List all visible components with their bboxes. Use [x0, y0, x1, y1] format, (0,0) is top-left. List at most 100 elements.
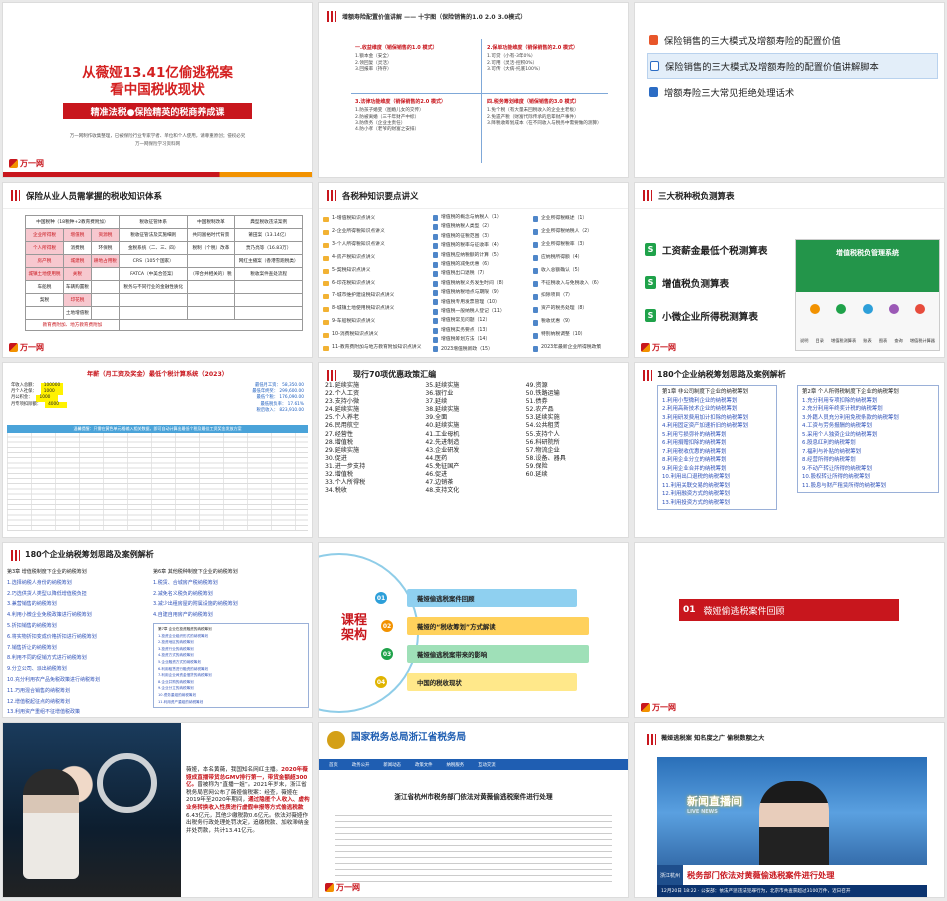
- case-link[interactable]: 7.福利与补贴的纳税筹划: [802, 448, 934, 457]
- slide-tax-bureau-site[interactable]: 国家税务总局浙江省税务局 首页 政务公开 新闻动态 政策文件 纳税服务 互动交流…: [318, 722, 629, 898]
- case-link[interactable]: 3.利用研发费用加计扣除的纳税筹划: [662, 414, 772, 423]
- case-link[interactable]: 4.工资与劳务报酬的纳税筹划: [802, 422, 934, 431]
- slide-cctv-news[interactable]: 薇娅逃税案 知名度之广 偷税数额之大 新闻直播间 LIVE NEWS 浙江杭州 …: [634, 722, 945, 898]
- slide-180-cases-2[interactable]: 180个企业纳税筹划思路及案例解析 第3章 增值税制度下企业的纳税筹划 1.选择…: [2, 542, 313, 718]
- case-link[interactable]: 12.利用融资方式的纳税筹划: [662, 490, 772, 499]
- slide-tax-knowledge-table[interactable]: 保险从业人员需掌握的税收知识体系 中国税种（18税种+2教育费附加） 税收征管体…: [2, 182, 313, 358]
- folder-item[interactable]: 7-城市维护建设税知识点讲义: [323, 290, 431, 303]
- sheet-tab[interactable]: 账表: [863, 338, 871, 344]
- case-link[interactable]: 10.充分利用农产品免税政策进行纳税筹划: [7, 675, 149, 686]
- doc-item[interactable]: 增值税的征税范围（3）: [433, 232, 531, 241]
- nav-item[interactable]: 新闻动态: [383, 762, 401, 768]
- slide-course-structure[interactable]: 课程架构 01 薇娅偷逃税案件回顾 02 薇娅的“税收筹划”方式解读 03 薇娅…: [318, 542, 629, 718]
- case-link[interactable]: 4.利用固定资产加速折旧的纳税筹划: [662, 422, 772, 431]
- case-link[interactable]: 12.增值税起征点的纳税筹划: [7, 697, 149, 708]
- slide-tax-spreadsheet[interactable]: 年薪（月工资及奖金）最低个税计算系统（2023） 年收入总额： 100000 月个…: [2, 362, 313, 538]
- case-link[interactable]: 4.投资方式的纳税筹划: [158, 652, 304, 659]
- case-link[interactable]: 7.销售折让的纳税筹划: [7, 643, 149, 654]
- doc-item[interactable]: 资产的税务处理（8）: [533, 303, 627, 316]
- doc-item[interactable]: 增值税实务要点（13）: [433, 326, 531, 335]
- doc-item[interactable]: 增值税筹划方法（14）: [433, 335, 531, 344]
- nav-item[interactable]: 政务公开: [352, 762, 370, 768]
- case-link[interactable]: 1.充分利用专项扣除的纳税筹划: [802, 397, 934, 406]
- input-cell[interactable]: 4000: [45, 401, 68, 408]
- slide-tax-calculators[interactable]: 三大税种税负测算表 S 工资薪金最低个税测算表 S 增值税负测算表 S 小微企业所得税…: [634, 182, 945, 358]
- shortcut-icon[interactable]: [915, 304, 925, 314]
- slide-case-photo[interactable]: 薇娅，本名黄薇，我国知名网红主播。2020年薇娅成直播带货总GMV排行第一，带货…: [2, 722, 313, 898]
- doc-item[interactable]: 增值税的概念与纳税人（1）: [433, 213, 531, 222]
- doc-item[interactable]: 增值税出口退税（7）: [433, 269, 531, 278]
- case-link[interactable]: 8.企业并购的纳税筹划: [158, 679, 304, 686]
- doc-item[interactable]: 增值税专用发票管理（10）: [433, 298, 531, 307]
- course-step[interactable]: 薇娅偷逃税案件回顾: [407, 589, 577, 607]
- case-link[interactable]: 1.投资企业组织形式的纳税筹划: [158, 633, 304, 640]
- doc-item[interactable]: 税收优惠（9）: [533, 316, 627, 329]
- shortcut-icon[interactable]: [862, 304, 873, 314]
- slide-cover[interactable]: 从薇娅13.41亿偷逃税案 看中国税收现状 精准法税●保险精英的税商养成课 万一…: [2, 2, 313, 178]
- sheet-tab[interactable]: 说明: [800, 338, 808, 344]
- sheet-tab[interactable]: 增值税测算表: [831, 338, 856, 344]
- folder-item[interactable]: 11-教育费附加与地方教育附加知识点讲义: [323, 342, 431, 355]
- slide-preferential-policies[interactable]: 现行70项优惠政策汇编 21.延续实施 22.个人工资 23.支持小微 24.延…: [318, 362, 629, 538]
- doc-item[interactable]: 收入总额确认（5）: [533, 265, 627, 278]
- sheet-tab[interactable]: 增值税计算器: [910, 338, 935, 344]
- doc-item[interactable]: 增值税应纳税额的计算（5）: [433, 251, 531, 260]
- doc-item[interactable]: 增值税纳税地点与期限（9）: [433, 288, 531, 297]
- doc-item[interactable]: 增值税的减免优惠（6）: [433, 260, 531, 269]
- case-link[interactable]: 4.自建自用房产的纳税筹划: [153, 610, 309, 621]
- case-link[interactable]: 11.利用关联交易的纳税筹划: [662, 482, 772, 491]
- folder-item[interactable]: 4-房产税知识点讲义: [323, 252, 431, 265]
- folder-item[interactable]: 3-个人所得税知识点讲义: [323, 239, 431, 252]
- doc-item[interactable]: 增值税常见问题（12）: [433, 316, 531, 325]
- folder-item[interactable]: 8-城镇土地使用税知识点讲义: [323, 303, 431, 316]
- spreadsheet-grid[interactable]: [7, 433, 308, 531]
- slide-tax-handouts[interactable]: 各税种知识要点讲义 1-增值税知识点讲义 2-企业所得税知识点讲义 3-个人所得…: [318, 182, 629, 358]
- case-link[interactable]: 2.减免名义税负的纳税筹划: [153, 589, 309, 600]
- case-link[interactable]: 2.利用高新技术企业的纳税筹划: [662, 405, 772, 414]
- doc-item[interactable]: 扣除项目（7）: [533, 290, 627, 303]
- folder-item[interactable]: 6-印花税知识点讲义: [323, 278, 431, 291]
- case-link[interactable]: 10.利用出口退税的纳税筹划: [662, 473, 772, 482]
- case-link[interactable]: 9.分立公司、派出纳税筹划: [7, 664, 149, 675]
- case-link[interactable]: 3.投资行业的纳税筹划: [158, 646, 304, 653]
- sheet-tab[interactable]: 图表: [879, 338, 887, 344]
- case-link[interactable]: 8.利用企业分立的纳税筹划: [662, 456, 772, 465]
- doc-item[interactable]: 2023年最新企业所得税政策: [533, 342, 627, 355]
- doc-item[interactable]: 增值税一般纳税人登记（11）: [433, 307, 531, 316]
- case-link[interactable]: 11.利用资产重组的纳税筹划: [158, 699, 304, 706]
- case-link[interactable]: 6.利用租赁进行融资的纳税筹划: [158, 666, 304, 673]
- case-link[interactable]: 8.利用不同的促销方式进行纳税筹划: [7, 653, 149, 664]
- doc-item[interactable]: 2023增值税新政（15）: [433, 345, 531, 354]
- nav-item[interactable]: 互动交流: [478, 762, 496, 768]
- case-link[interactable]: 6.利用捐赠扣除的纳税筹划: [662, 439, 772, 448]
- case-link[interactable]: 2.投资地区的纳税筹划: [158, 639, 304, 646]
- case-link[interactable]: 5.利用亏损弥补的纳税筹划: [662, 431, 772, 440]
- folder-item[interactable]: 5-契税知识点讲义: [323, 265, 431, 278]
- case-link[interactable]: 2.巧选供货人类型以降低增值税负担: [7, 589, 149, 600]
- case-link[interactable]: 5.折扣销售的纳税筹划: [7, 621, 149, 632]
- shortcut-icon[interactable]: [888, 304, 899, 314]
- doc-item[interactable]: 增值税的税率与征收率（4）: [433, 241, 531, 250]
- doc-item[interactable]: 特别纳税调整（10）: [533, 329, 627, 342]
- case-link[interactable]: 5.企业融资方式的纳税筹划: [158, 659, 304, 666]
- case-link[interactable]: 11.股息与财产租赁所得的纳税筹划: [802, 482, 934, 491]
- case-link[interactable]: 8.经营所得的纳税筹划: [802, 456, 934, 465]
- doc-item[interactable]: 企业所得税概述（1）: [533, 213, 627, 226]
- course-step[interactable]: 薇娅的“税收筹划”方式解读: [407, 617, 589, 635]
- shortcut-icon[interactable]: [836, 304, 847, 314]
- file-item[interactable]: 增额寿险三大常见拒绝处理话术: [647, 79, 938, 105]
- sheet-tab[interactable]: 目录: [816, 338, 824, 344]
- case-link[interactable]: 1.税赁、合城房产税纳税筹划: [153, 578, 309, 589]
- case-link[interactable]: 13.利用资产重组不征增值税政策: [7, 707, 149, 717]
- slide-cross-diagram[interactable]: 增额寿险配置价值讲解 —— 十字图（保险销售的1.0 2.0 3.0模式） 一.…: [318, 2, 629, 178]
- case-link[interactable]: 4.利用小微企业免税政策进行纳税筹划: [7, 610, 149, 621]
- calculator-item[interactable]: S 增值税负测算表: [645, 266, 785, 299]
- case-link[interactable]: 5.采用个人独资企业的纳税筹划: [802, 431, 934, 440]
- doc-item[interactable]: 不征税收入与免税收入（6）: [533, 278, 627, 291]
- case-link[interactable]: 7.利用税收优惠的纳税筹划: [662, 448, 772, 457]
- case-link[interactable]: 1.利用小型微利企业的纳税筹划: [662, 397, 772, 406]
- case-link[interactable]: 6.股息红利的纳税筹划: [802, 439, 934, 448]
- case-link[interactable]: 9.不动产转让所得的纳税筹划: [802, 465, 934, 474]
- calculator-item[interactable]: S 工资薪金最低个税测算表: [645, 233, 785, 266]
- case-link[interactable]: 3.兼营销售的纳税筹划: [7, 599, 149, 610]
